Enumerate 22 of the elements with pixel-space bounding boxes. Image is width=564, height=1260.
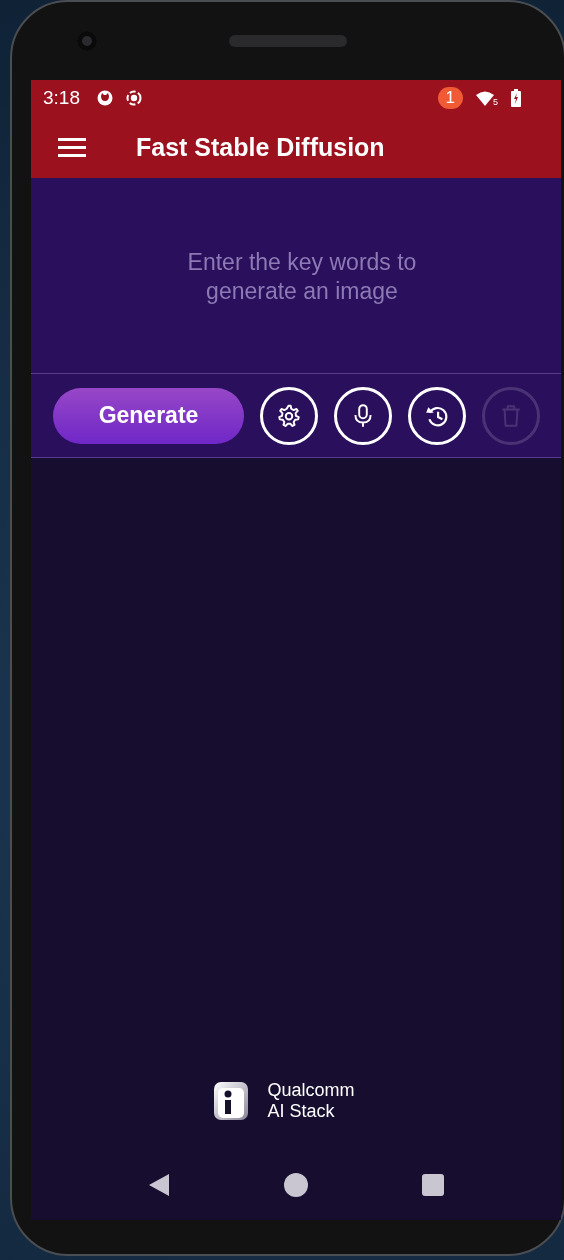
history-button[interactable] <box>408 386 466 445</box>
settings-button[interactable] <box>260 386 318 445</box>
status-time: 3:18 <box>43 87 80 109</box>
record-icon <box>126 90 142 106</box>
notification-badge: 1 <box>437 87 463 109</box>
app-title: Fast Stable Diffusion <box>136 132 385 162</box>
brand-name: Qualcomm <box>267 1080 355 1101</box>
generate-button[interactable]: Generate <box>53 387 244 444</box>
app-notification-icon <box>97 90 113 106</box>
menu-icon <box>58 137 86 157</box>
wifi-signal-icon <box>476 90 494 106</box>
back-icon[interactable] <box>148 1173 170 1197</box>
battery-charging-icon <box>511 89 521 107</box>
prompt-field[interactable]: Enter the key words to generate an image <box>31 178 561 374</box>
home-icon[interactable] <box>284 1173 308 1197</box>
network-label: 5 <box>493 97 498 107</box>
menu-button[interactable] <box>58 137 86 157</box>
camera-icon <box>77 31 97 51</box>
mic-button[interactable] <box>334 386 392 445</box>
brand-subtitle: AI Stack <box>267 1101 336 1122</box>
gear-icon <box>276 402 302 429</box>
brand-logo-icon <box>212 1080 251 1122</box>
